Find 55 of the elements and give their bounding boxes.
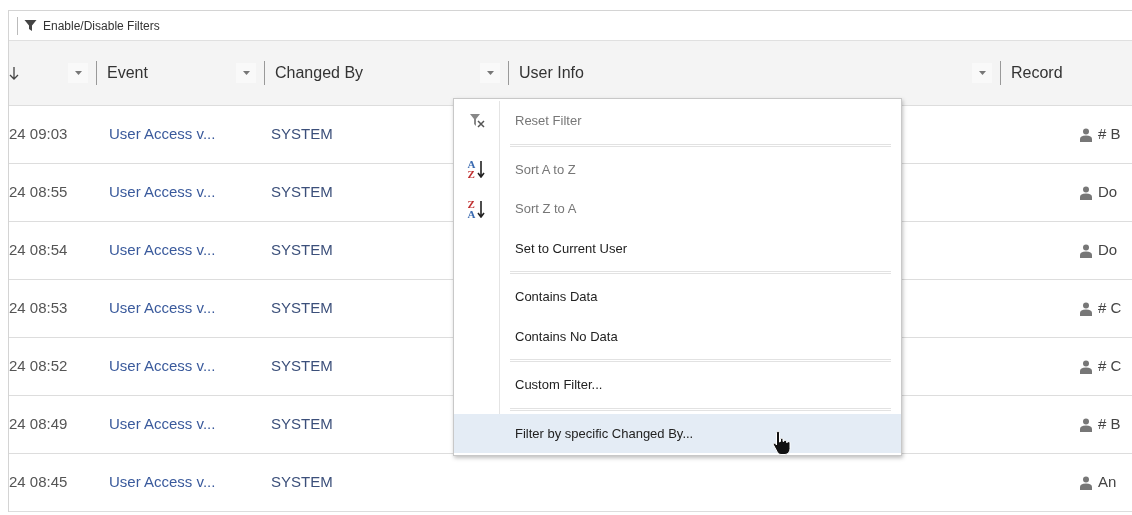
event-link[interactable]: User Access v... <box>109 183 216 201</box>
table-cell: 24 08:45 <box>9 473 68 491</box>
event-link[interactable]: User Access v... <box>109 241 216 259</box>
column-filter-button[interactable] <box>972 63 992 83</box>
filter-icon <box>24 19 37 32</box>
user-icon <box>1080 127 1092 142</box>
user-link[interactable]: SYSTEM <box>271 357 333 375</box>
event-link[interactable]: User Access v... <box>109 357 216 375</box>
table-cell-text: # B <box>1098 124 1121 145</box>
event-link[interactable]: User Access v... <box>109 473 216 491</box>
user-link[interactable]: SYSTEM <box>271 125 333 143</box>
table-cell-text: Do <box>1098 182 1118 203</box>
table-cell: 24 08:49 <box>9 415 68 433</box>
event-link[interactable]: User Access v... <box>109 415 216 433</box>
event-link[interactable]: User Access v... <box>109 299 216 317</box>
table-cell: 24 08:53 <box>9 299 68 317</box>
table-cell: 24 08:52 <box>9 357 68 375</box>
column-header: Record <box>1011 63 1063 83</box>
caret-down-icon <box>241 70 251 76</box>
user-link[interactable]: SYSTEM <box>271 183 333 201</box>
caret-down-icon <box>485 70 495 76</box>
user-icon <box>1080 417 1092 432</box>
user-icon <box>1080 185 1092 200</box>
user-icon <box>1080 359 1092 374</box>
user-link[interactable]: SYSTEM <box>271 473 333 491</box>
menu-item[interactable]: Contains Data <box>454 277 901 317</box>
column-header: Event <box>107 63 148 83</box>
menu-item[interactable]: Custom Filter... <box>454 365 901 405</box>
caret-down-icon <box>977 70 987 76</box>
column-header: User Info <box>519 63 584 83</box>
table-cell: 24 08:54 <box>9 241 68 259</box>
user-link[interactable]: SYSTEM <box>271 415 333 433</box>
event-link[interactable]: User Access v... <box>109 125 216 143</box>
table-cell-text: Do <box>1098 240 1118 261</box>
table-cell-text: # C <box>1098 298 1122 319</box>
column-header: Changed By <box>275 63 364 83</box>
column-filter-button[interactable] <box>236 63 256 83</box>
column-filter-button[interactable] <box>68 63 88 83</box>
table-cell: 24 08:55 <box>9 183 68 201</box>
menu-item[interactable]: Filter by specific Changed By... <box>454 413 901 453</box>
clear-filter-icon <box>468 112 485 129</box>
column-filter-button[interactable] <box>480 63 500 83</box>
user-icon <box>1080 243 1092 258</box>
user-link[interactable]: SYSTEM <box>271 299 333 317</box>
table-cell-text: # C <box>1098 356 1122 377</box>
user-icon <box>1080 475 1092 490</box>
filter-toggle-button[interactable]: Enable/Disable Filters <box>17 16 160 35</box>
user-link[interactable]: SYSTEM <box>271 241 333 259</box>
table-cell: 24 09:03 <box>9 125 68 143</box>
table-cell-text: # B <box>1098 414 1121 435</box>
menu-item[interactable]: Set to Current User <box>454 228 901 268</box>
caret-down-icon <box>73 70 83 76</box>
menu-item[interactable]: Contains No Data <box>454 316 901 356</box>
user-icon <box>1080 301 1092 316</box>
table-cell-text: An <box>1098 472 1117 493</box>
